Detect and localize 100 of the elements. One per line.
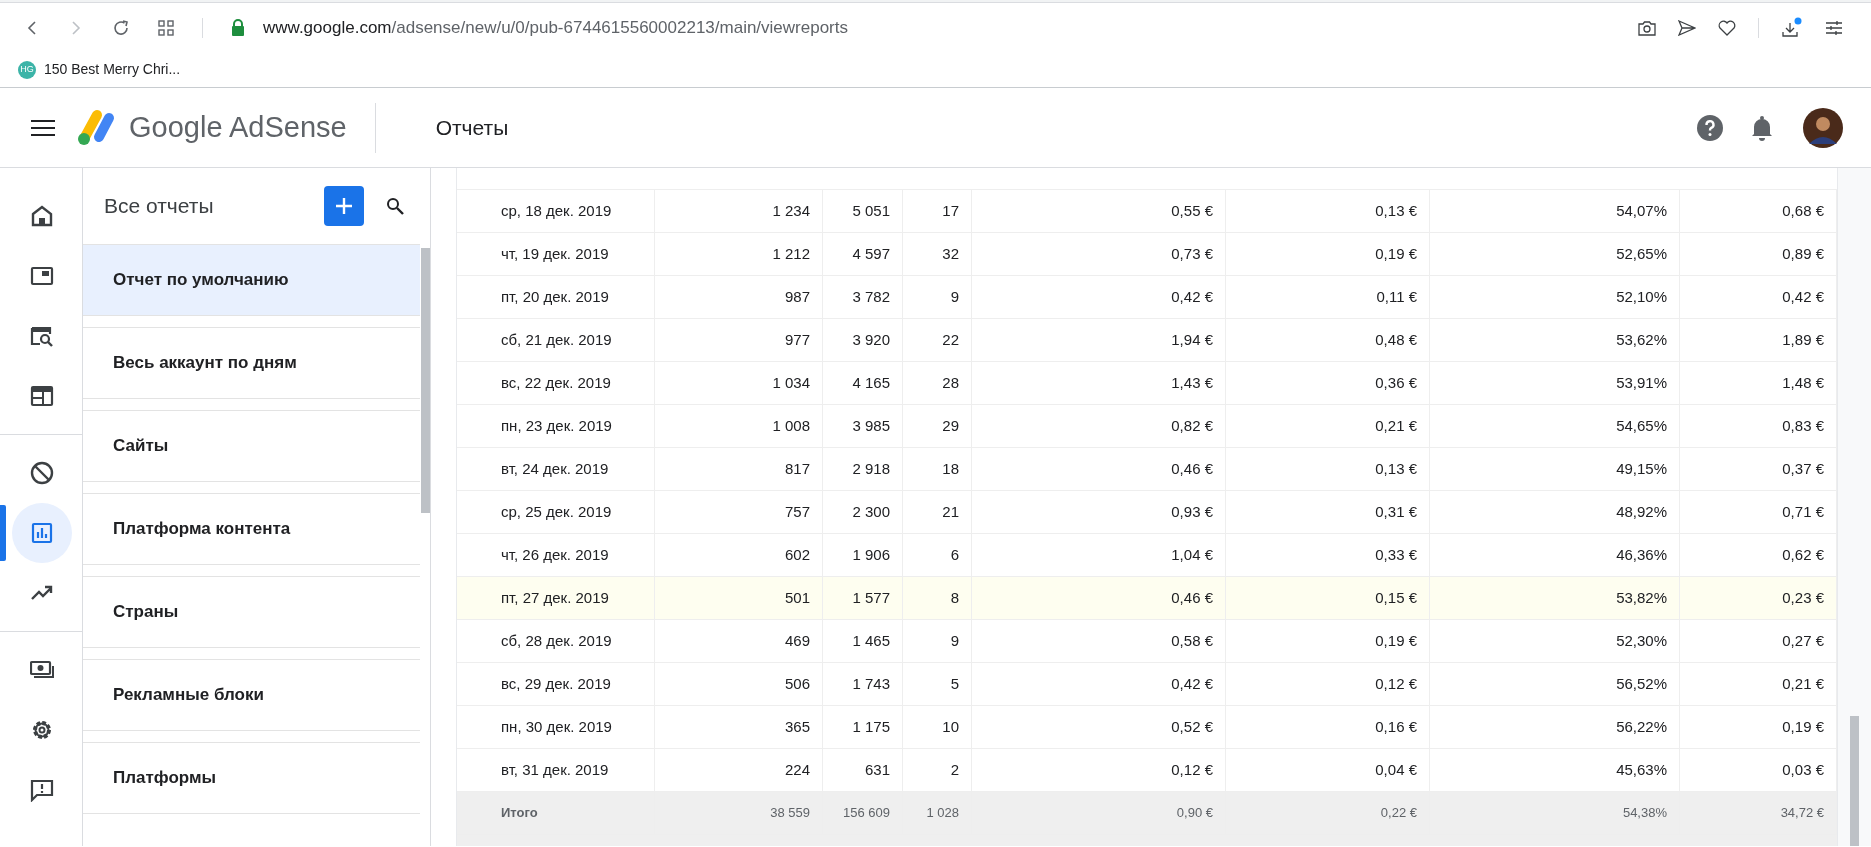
table-row[interactable]: пн, 23 дек. 2019 1 008 3 985 29 0,82 € 0,21 € 54,65% 0,83 € [457,405,1837,448]
help-icon[interactable] [1697,114,1723,141]
table-cell-text: 0,83 € [1782,415,1824,436]
table-cell-text: 5 051 [852,200,890,221]
table-cell-text: 0,03 € [1782,759,1824,780]
table-cell-text: 0,93 € [1171,501,1213,522]
heart-icon[interactable] [1718,19,1736,36]
table-cell-text: ср, 18 дек. 2019 [501,200,612,221]
settings-icon [30,718,54,742]
table-cell-text: 1,43 € [1171,372,1213,393]
table-cell-text: 22 [942,329,959,350]
scrollbar-thumb[interactable] [1850,716,1859,846]
table-row[interactable]: пт, 27 дек. 2019 501 1 577 8 0,46 € 0,15 € 53,82% 0,23 € [457,577,1837,620]
table-row[interactable]: сб, 28 дек. 2019 469 1 465 9 0,58 € 0,19 € 52,30% 0,27 € [457,620,1837,663]
table-cell-text: 29 [942,415,959,436]
table-cell-text: 0,21 € [1782,673,1824,694]
table-row[interactable]: сб, 21 дек. 2019 977 3 920 22 1,94 € 0,48 € 53,62% 1,89 € [457,319,1837,362]
home-icon [30,204,54,228]
table-cell-text: 0,71 € [1782,501,1824,522]
table-row[interactable]: пт, 20 дек. 2019 987 3 782 9 0,42 € 0,11 € 52,10% 0,42 € [457,276,1837,319]
table-cell-text: 224 [784,759,810,780]
table-cell-text: 1 465 [852,630,890,651]
address-bar[interactable]: www.google.com/adsense/new/u/0/pub-6744615560002213/main/viewreports [231,14,848,41]
table-cell-text: 1 175 [852,716,890,737]
table-cell-text: 1,89 € [1782,329,1824,350]
table-cell-text: пт, 27 дек. 2019 [501,587,609,608]
total-cell-text: 1 028 [926,804,959,823]
table-cell-text: 0,58 € [1171,630,1213,651]
table-row[interactable]: пн, 30 дек. 2019 365 1 175 10 0,52 € 0,16 € 56,22% 0,19 € [457,706,1837,749]
scrollbar-thumb[interactable] [421,248,430,513]
table-cell-text: 52,10% [1616,286,1667,307]
total-cell-text: 0,90 € [1176,804,1213,823]
table-cell-text: 0,23 € [1782,587,1824,608]
report-item[interactable]: Весь аккаунт по дням [83,327,420,399]
table-cell-text: сб, 21 дек. 2019 [501,329,612,350]
table-cell-text: 1 577 [852,587,890,608]
table-cell-text: 8 [950,587,959,608]
table-cell-text: 48,92% [1616,501,1667,522]
table-row[interactable]: вс, 22 дек. 2019 1 034 4 165 28 1,43 € 0,36 € 53,91% 1,48 € [457,362,1837,405]
table-cell-text: 0,31 € [1375,501,1417,522]
settings-sliders-icon[interactable] [1825,19,1843,36]
total-cell-text: 156 609 [843,804,890,823]
table-cell-text: 45,63% [1616,759,1667,780]
table-cell-text: 5 [950,673,959,694]
table-cell-text: 631 [864,759,890,780]
grid-icon[interactable] [158,19,174,36]
table-cell-text: 817 [784,458,810,479]
menu-icon[interactable] [31,118,55,137]
panel-title: Все отчеты [104,193,214,220]
table-cell-text: 17 [942,200,959,221]
table-cell-text: 0,36 € [1375,372,1417,393]
report-item[interactable]: Сайты [83,410,420,482]
block-icon [30,461,54,485]
send-icon[interactable] [1678,19,1696,36]
table-cell-text: 506 [784,673,810,694]
table-cell-text: 52,65% [1616,243,1667,264]
table-cell-text: 0,15 € [1375,587,1417,608]
add-button[interactable] [324,186,364,226]
table-cell-text: 1 034 [772,372,810,393]
report-item[interactable]: Отчет по умолчанию [83,244,420,316]
table-row[interactable]: ср, 25 дек. 2019 757 2 300 21 0,93 € 0,31 € 48,92% 0,71 € [457,491,1837,534]
total-cell-text: 0,22 € [1380,804,1417,823]
table-cell-text: сб, 28 дек. 2019 [501,630,612,651]
table-cell-text: 9 [950,630,959,651]
table-cell-text: 987 [784,286,810,307]
download-icon[interactable] [1781,16,1803,39]
total-cell-text: 34,72 € [1780,804,1824,823]
table-cell-text: 28 [942,372,959,393]
table-cell-text: 2 918 [852,458,890,479]
camera-icon[interactable] [1638,19,1656,36]
feedback-icon [30,778,54,802]
report-item[interactable]: Платформы [83,742,420,814]
bookmark-link[interactable]: 150 Best Merry Chri... [44,59,181,80]
table-cell-text: 56,22% [1616,716,1667,737]
table-row[interactable]: вт, 31 дек. 2019 224 631 2 0,12 € 0,04 € 45,63% 0,03 € [457,749,1837,792]
table-cell-text: 0,12 € [1171,759,1213,780]
avatar[interactable] [1803,107,1843,148]
report-item[interactable]: Страны [83,576,420,648]
table-cell-text: 0,42 € [1171,286,1213,307]
table-cell-text: 0,27 € [1782,630,1824,651]
table-cell-text: 0,55 € [1171,200,1213,221]
table-cell-text: 0,46 € [1171,587,1213,608]
table-cell-text: 0,04 € [1375,759,1417,780]
table-cell-text: вс, 22 дек. 2019 [501,372,611,393]
table-cell-text: 18 [942,458,959,479]
bell-icon[interactable] [1751,114,1773,141]
report-item[interactable]: Платформа контента [83,493,420,565]
reload-icon[interactable] [112,18,130,37]
table-row[interactable]: вт, 24 дек. 2019 817 2 918 18 0,46 € 0,13 € 49,15% 0,37 € [457,448,1837,491]
table-cell-text: 4 597 [852,243,890,264]
table-row[interactable]: ср, 18 дек. 2019 1 234 5 051 17 0,55 € 0,13 € 54,07% 0,68 € [457,190,1837,233]
table-row[interactable]: чт, 19 дек. 2019 1 212 4 597 32 0,73 € 0,19 € 52,65% 0,89 € [457,233,1837,276]
table-row[interactable]: вс, 29 дек. 2019 506 1 743 5 0,42 € 0,12 € 56,52% 0,21 € [457,663,1837,706]
table-cell-text: 52,30% [1616,630,1667,651]
report-item[interactable]: Рекламные блоки [83,659,420,731]
table-cell-text: 0,48 € [1375,329,1417,350]
search-icon[interactable] [386,197,404,215]
table-cell-text: 0,12 € [1375,673,1417,694]
table-row[interactable]: чт, 26 дек. 2019 602 1 906 6 1,04 € 0,33 € 46,36% 0,62 € [457,534,1837,577]
table-cell-text: чт, 26 дек. 2019 [501,544,609,565]
